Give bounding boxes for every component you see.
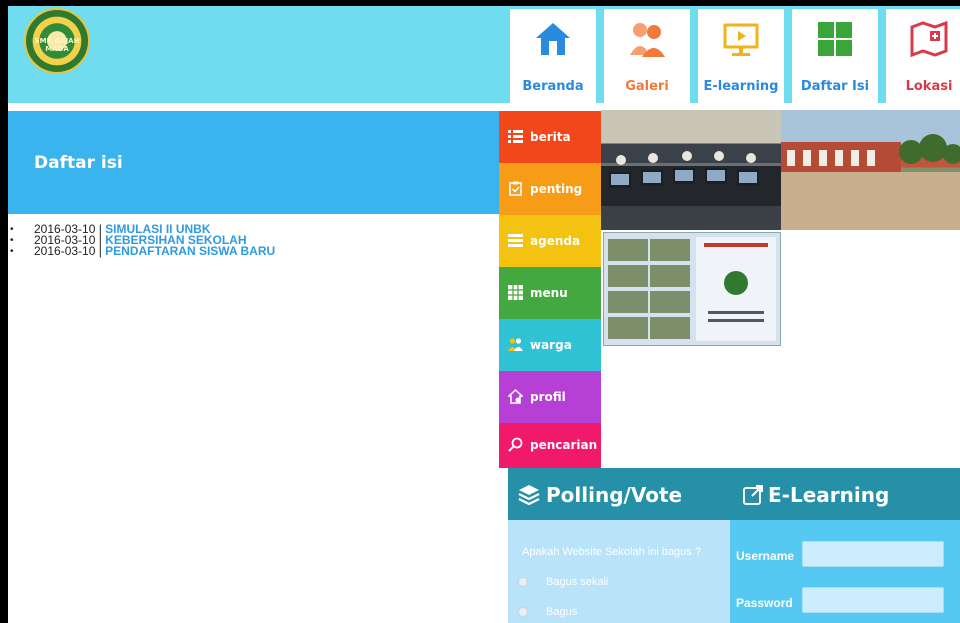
- poll-option-label: Bagus: [546, 606, 578, 618]
- elearning-title: E-Learning: [768, 483, 890, 507]
- nav-elearning[interactable]: E-learning: [698, 9, 784, 103]
- news-list: • 2016-03-10 | SIMULASI II UNBK • 2016-0…: [8, 223, 488, 258]
- page-title: Daftar isi: [34, 153, 123, 173]
- map-icon: [910, 21, 948, 57]
- nav-label: Beranda: [522, 79, 584, 94]
- username-label: Username: [736, 549, 795, 563]
- category-menu[interactable]: menu: [499, 267, 601, 319]
- poll-option[interactable]: Bagus sekali: [518, 576, 608, 588]
- category-penting[interactable]: penting: [499, 163, 601, 215]
- school-logo[interactable]: SMK GAJAH MADA: [24, 8, 90, 74]
- people-icon: [630, 23, 665, 57]
- nav-daftar-isi[interactable]: Daftar Isi: [792, 9, 878, 103]
- computer-lab-image: [601, 151, 781, 230]
- content-title-bar: Daftar isi: [8, 111, 499, 214]
- users-icon: [508, 338, 523, 351]
- clipboard-icon: [509, 181, 522, 196]
- bullet: •: [10, 224, 14, 235]
- news-date: 2016-03-10 |: [34, 244, 106, 258]
- nav-beranda[interactable]: Beranda: [510, 9, 596, 103]
- nav-label: Lokasi: [905, 79, 953, 94]
- poll-title: Polling/Vote: [546, 483, 683, 507]
- menu-icon: [508, 285, 523, 300]
- poll-body: Apakah Website Sekolah ini bagus ? Bagus…: [508, 520, 730, 623]
- password-input[interactable]: [802, 587, 944, 613]
- category-berita[interactable]: berita: [499, 111, 601, 163]
- category-label: agenda: [530, 234, 581, 248]
- nav-label: Daftar Isi: [800, 79, 870, 94]
- house-icon: [536, 23, 570, 55]
- list-icon: [508, 130, 523, 143]
- username-input[interactable]: [802, 541, 944, 567]
- radio-button[interactable]: [518, 577, 528, 588]
- brochure-image: [604, 233, 780, 345]
- nav-label: Galeri: [625, 79, 669, 94]
- monitor-icon: [723, 23, 759, 56]
- category-label: profil: [530, 390, 566, 404]
- school-yard-image: [781, 110, 960, 230]
- home-profile-icon: [508, 389, 523, 404]
- category-pencarian[interactable]: pencarian: [499, 423, 601, 468]
- nav-label: E-learning: [703, 79, 779, 94]
- elearning-header: E-Learning: [736, 468, 960, 520]
- poll-option-label: Bagus sekali: [546, 576, 609, 588]
- list-item: • 2016-03-10 | PENDAFTARAN SISWA BARU: [8, 244, 488, 258]
- gallery-photo-computer-lab[interactable]: [601, 110, 781, 230]
- gallery-photo-school-yard[interactable]: [781, 110, 960, 230]
- external-link-icon: [743, 485, 763, 505]
- nav-galeri[interactable]: Galeri: [604, 9, 690, 103]
- agenda-icon: [508, 234, 523, 247]
- category-label: pencarian: [530, 438, 598, 452]
- news-link[interactable]: PENDAFTARAN SISWA BARU: [105, 244, 275, 258]
- category-label: warga: [530, 338, 572, 352]
- poll-option[interactable]: Bagus: [518, 606, 577, 618]
- category-warga[interactable]: warga: [499, 319, 601, 371]
- nav-lokasi[interactable]: Lokasi: [886, 9, 960, 103]
- bullet: •: [10, 235, 14, 246]
- category-label: penting: [530, 182, 583, 196]
- poll-header: Polling/Vote: [508, 468, 736, 520]
- category-label: menu: [530, 286, 568, 300]
- category-label: berita: [530, 130, 571, 144]
- elearning-login-form: Username Password: [730, 520, 960, 623]
- layers-icon: [518, 485, 540, 506]
- gallery-brochure[interactable]: [603, 232, 781, 346]
- bullet: •: [10, 246, 14, 257]
- category-profil[interactable]: profil: [499, 371, 601, 423]
- grid-icon: [818, 22, 852, 56]
- password-label: Password: [736, 596, 793, 610]
- poll-question: Apakah Website Sekolah ini bagus ?: [522, 546, 701, 558]
- radio-button[interactable]: [518, 607, 528, 618]
- logo-text: SMK GAJAH MADA: [34, 37, 80, 53]
- site-header: SMK GAJAH MADA Beranda Galeri E-learning…: [8, 6, 960, 103]
- category-agenda[interactable]: agenda: [499, 215, 601, 267]
- search-icon: [508, 437, 523, 452]
